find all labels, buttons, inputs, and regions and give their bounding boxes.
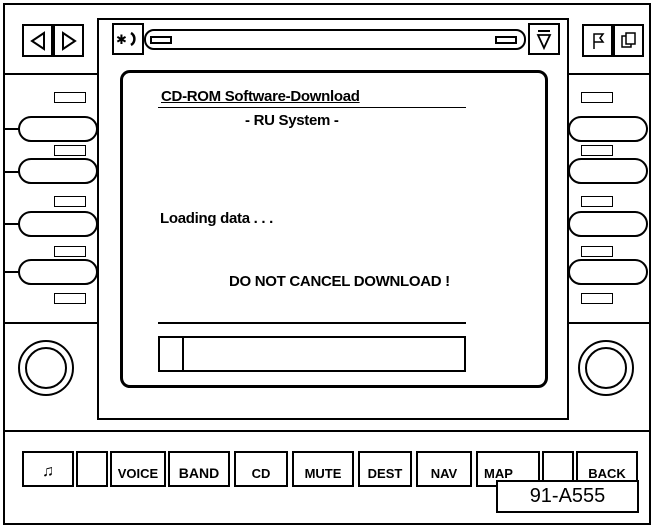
- right-softkey-3[interactable]: [568, 211, 648, 237]
- right-arrow-icon: [61, 30, 77, 51]
- eject-button[interactable]: [528, 23, 560, 55]
- right-indicator-3: [581, 196, 613, 207]
- status-text: Loading data . . .: [160, 210, 273, 227]
- right-rail-bottom: [569, 322, 651, 324]
- right-indicator-2: [581, 145, 613, 156]
- mute-button[interactable]: MUTE: [292, 451, 354, 487]
- volume-track-right-mark: [495, 36, 517, 44]
- music-note-icon: ♫: [42, 463, 54, 480]
- voice-button[interactable]: VOICE: [110, 451, 166, 487]
- left-arrow-button[interactable]: [22, 24, 53, 57]
- flag-button[interactable]: [582, 24, 613, 57]
- warning-text: DO NOT CANCEL DOWNLOAD !: [229, 273, 450, 290]
- left-arrow-icon: [29, 30, 45, 51]
- eject-icon: [536, 30, 552, 50]
- left-line-1: [3, 128, 19, 130]
- left-softkey-1[interactable]: [18, 116, 98, 142]
- left-softkey-3[interactable]: [18, 211, 98, 237]
- cd-button[interactable]: CD: [234, 451, 288, 487]
- pages-button[interactable]: [613, 24, 644, 57]
- left-rail-top: [3, 73, 97, 75]
- left-indicator-5: [54, 293, 86, 304]
- blank-button-1[interactable]: [76, 451, 108, 487]
- progress-divider: [158, 322, 466, 324]
- title-divider: [158, 107, 466, 108]
- flag-icon: [592, 32, 604, 49]
- left-indicator-3: [54, 196, 86, 207]
- right-indicator-1: [581, 92, 613, 103]
- left-knob-inner: [25, 347, 67, 389]
- right-softkey-4[interactable]: [568, 259, 648, 285]
- music-button[interactable]: ♫: [22, 451, 74, 487]
- left-indicator-1: [54, 92, 86, 103]
- left-line-3: [3, 223, 19, 225]
- svg-text:✱: ✱: [116, 33, 127, 48]
- figure-label: 91-A555: [496, 480, 639, 513]
- right-knob-inner: [585, 347, 627, 389]
- screen-subtitle: - RU System -: [245, 112, 339, 129]
- dest-button[interactable]: DEST: [358, 451, 412, 487]
- volume-track[interactable]: [144, 29, 526, 50]
- bottom-row-divider: [3, 430, 651, 432]
- progress-fill: [160, 338, 184, 370]
- right-arrow-button[interactable]: [53, 24, 84, 57]
- left-indicator-4: [54, 246, 86, 257]
- right-softkey-1[interactable]: [568, 116, 648, 142]
- right-rail-top: [569, 73, 651, 75]
- brightness-icon: ✱: [116, 31, 136, 48]
- right-indicator-4: [581, 246, 613, 257]
- left-indicator-2: [54, 145, 86, 156]
- screen-title: CD-ROM Software-Download: [161, 88, 360, 105]
- volume-track-left-mark: [150, 36, 172, 44]
- left-softkey-4[interactable]: [18, 259, 98, 285]
- brightness-button[interactable]: ✱: [112, 23, 144, 55]
- right-indicator-5: [581, 293, 613, 304]
- nav-button[interactable]: NAV: [416, 451, 472, 487]
- left-line-2: [3, 171, 19, 173]
- band-button[interactable]: BAND: [168, 451, 230, 487]
- pages-icon: [620, 31, 636, 48]
- left-line-4: [3, 271, 19, 273]
- right-softkey-2[interactable]: [568, 158, 648, 184]
- left-rail-bottom: [3, 322, 97, 324]
- left-softkey-2[interactable]: [18, 158, 98, 184]
- progress-bar: [158, 336, 466, 372]
